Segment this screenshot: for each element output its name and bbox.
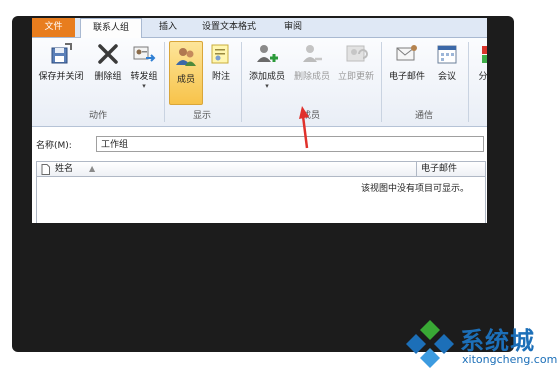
watermark-url: xitongcheng.com bbox=[462, 353, 558, 366]
add-members-label: 添加成员 bbox=[248, 72, 285, 82]
chevron-down-icon: ▾ bbox=[142, 82, 146, 90]
tab-contact-group[interactable]: 联系人组 bbox=[80, 18, 142, 38]
column-email[interactable]: 电子邮件 bbox=[421, 162, 457, 176]
column-divider bbox=[416, 162, 417, 176]
document-icon bbox=[41, 162, 50, 176]
remove-member-icon bbox=[300, 42, 324, 66]
members-table-header: 姓名 ▲ 电子邮件 bbox=[36, 161, 486, 177]
add-member-icon bbox=[255, 42, 279, 66]
members-view-icon bbox=[174, 45, 198, 69]
update-now-label: 立即更新 bbox=[337, 72, 374, 82]
ribbon-tabs: 文件 联系人组 插入 设置文本格式 审阅 bbox=[32, 18, 487, 38]
remove-member-button[interactable]: 删除成员 bbox=[291, 42, 333, 82]
ribbon-separator bbox=[468, 42, 469, 122]
tab-file[interactable]: 文件 bbox=[32, 18, 75, 37]
group-label-actions: 动作 bbox=[88, 111, 107, 121]
email-icon bbox=[395, 42, 419, 66]
ribbon-separator bbox=[164, 42, 165, 122]
empty-view-message: 该视图中没有项目可显示。 bbox=[360, 184, 469, 194]
watermark-brand: 系统城 bbox=[460, 327, 535, 355]
chevron-down-icon: ▾ bbox=[265, 82, 269, 90]
truncated-ribbon-label: 分 bbox=[478, 72, 487, 82]
calendar-icon bbox=[435, 42, 459, 66]
notes-icon bbox=[209, 42, 233, 66]
sort-up-icon: ▲ bbox=[89, 164, 96, 173]
categorize-icon bbox=[478, 42, 487, 66]
ribbon: 保存并关闭 删除组 转发组 ▾ 动作 成员 附注 显示 添加成员 ▾ 删除成员 … bbox=[32, 38, 487, 127]
group-label-communicate: 通信 bbox=[414, 111, 433, 121]
ribbon-separator bbox=[241, 42, 242, 122]
remove-member-label: 删除成员 bbox=[293, 72, 330, 82]
meeting-button[interactable]: 会议 bbox=[432, 42, 462, 82]
tab-format-text[interactable]: 设置文本格式 bbox=[194, 18, 264, 37]
delete-group-label: 删除组 bbox=[94, 72, 122, 82]
email-button[interactable]: 电子邮件 bbox=[385, 42, 429, 82]
tab-insert[interactable]: 插入 bbox=[149, 18, 187, 37]
watermark-logo-icon bbox=[406, 320, 454, 368]
delete-group-button[interactable]: 删除组 bbox=[90, 42, 126, 82]
update-now-button[interactable]: 立即更新 bbox=[335, 42, 377, 82]
delete-x-icon bbox=[96, 42, 120, 66]
update-now-icon bbox=[344, 42, 368, 66]
ribbon-separator bbox=[381, 42, 382, 122]
forward-group-icon bbox=[132, 42, 156, 66]
outlook-contact-group-window: 文件 联系人组 插入 设置文本格式 审阅 保存并关闭 删除组 转发组 ▾ 动作 … bbox=[32, 18, 487, 223]
members-view-label: 成员 bbox=[176, 75, 195, 85]
name-label: 名称(M): bbox=[36, 141, 72, 151]
save-close-label: 保存并关闭 bbox=[38, 72, 84, 82]
truncated-ribbon-button[interactable]: 分 bbox=[476, 42, 487, 82]
group-label-show: 显示 bbox=[192, 111, 211, 121]
annotation-arrow-icon bbox=[299, 106, 309, 149]
group-name-input[interactable]: 工作组 bbox=[96, 136, 484, 152]
group-name-row: 名称(M): 工作组 bbox=[32, 133, 487, 155]
add-members-button[interactable]: 添加成员 ▾ bbox=[245, 42, 289, 90]
forward-group-button[interactable]: 转发组 ▾ bbox=[127, 42, 161, 90]
save-close-button[interactable]: 保存并关闭 bbox=[36, 42, 86, 82]
meeting-label: 会议 bbox=[437, 72, 456, 82]
notes-button[interactable]: 附注 bbox=[206, 42, 236, 82]
forward-group-label: 转发组 bbox=[130, 72, 158, 82]
tab-review[interactable]: 审阅 bbox=[276, 18, 310, 37]
members-view-button[interactable]: 成员 bbox=[169, 41, 203, 105]
notes-label: 附注 bbox=[211, 72, 230, 82]
save-close-icon bbox=[49, 42, 73, 66]
members-table-body: 该视图中没有项目可显示。 bbox=[36, 177, 486, 223]
column-name[interactable]: 姓名 bbox=[55, 162, 73, 176]
email-label: 电子邮件 bbox=[388, 72, 425, 82]
